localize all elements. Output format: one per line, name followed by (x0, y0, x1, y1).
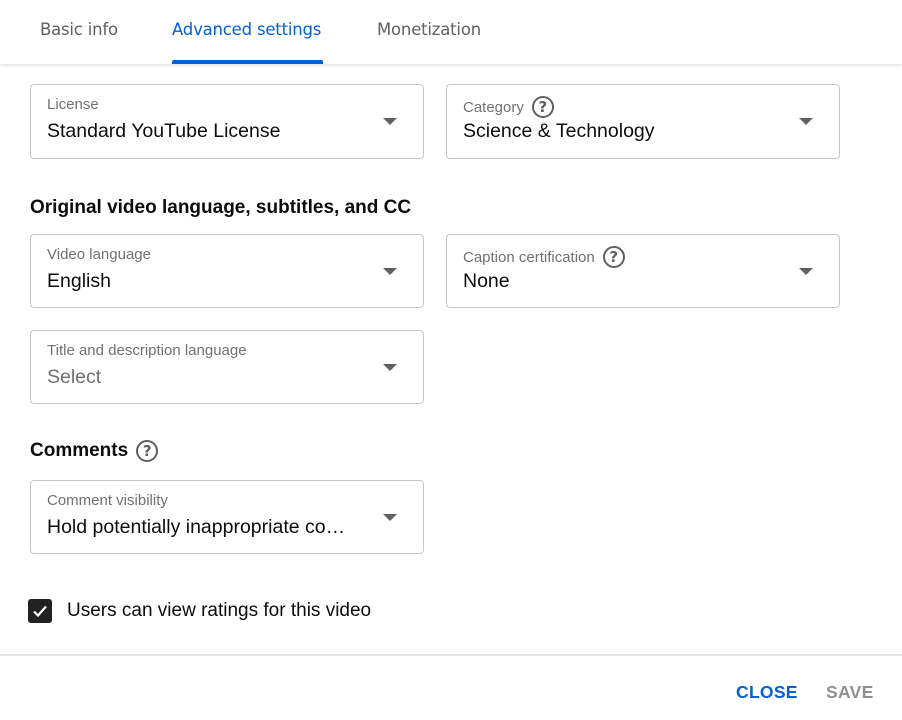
ratings-checkbox-row[interactable]: Users can view ratings for this video (28, 599, 371, 623)
tab-label: Basic info (40, 20, 118, 39)
video-language-value: English (47, 270, 111, 292)
comment-visibility-dropdown[interactable]: Comment visibility Hold potentially inap… (30, 480, 424, 554)
caption-certification-dropdown[interactable]: Caption certification ? None (446, 234, 840, 308)
footer-divider (0, 654, 902, 656)
language-section-title-text: Original video language, subtitles, and … (30, 197, 412, 218)
category-label: Category ? (463, 96, 554, 118)
chevron-down-icon (383, 364, 397, 371)
ratings-checkbox-label: Users can view ratings for this video (67, 600, 372, 621)
chevron-down-icon (383, 118, 397, 125)
comment-visibility-value: Hold potentially inappropriate comments … (47, 516, 351, 538)
title-description-language-label-text: Title and description language (47, 342, 247, 359)
category-dropdown[interactable]: Category ? Science & Technology (446, 84, 840, 159)
category-value: Science & Technology (463, 120, 655, 142)
video-language-label: Video language (47, 246, 151, 263)
tab-label: Advanced settings (172, 20, 322, 39)
language-section-title: Original video language, subtitles, and … (30, 197, 411, 219)
caption-certification-label: Caption certification ? (463, 246, 625, 268)
video-language-label-text: Video language (47, 246, 151, 263)
chevron-down-icon (799, 118, 813, 125)
caption-certification-value: None (463, 270, 510, 292)
tab-basic-info[interactable]: Basic info (40, 20, 118, 64)
license-label-text: License (47, 96, 99, 113)
tab-bar: Basic info Advanced settings Monetizatio… (0, 0, 902, 64)
comments-section-title-text: Comments (30, 440, 129, 461)
license-label: License (47, 96, 99, 113)
tab-monetization[interactable]: Monetization (377, 20, 481, 64)
tab-label: Monetization (377, 20, 481, 39)
checkmark-icon (33, 605, 47, 618)
license-value: Standard YouTube License (47, 120, 281, 142)
close-button[interactable]: CLOSE (736, 682, 798, 703)
title-description-language-placeholder: Select (47, 366, 102, 388)
video-language-dropdown[interactable]: Video language English (30, 234, 424, 308)
title-description-language-dropdown[interactable]: Title and description language Select (30, 330, 424, 404)
license-dropdown[interactable]: License Standard YouTube License (30, 84, 424, 159)
title-description-language-label: Title and description language (47, 342, 247, 359)
help-circle-icon[interactable]: ? (602, 246, 625, 268)
comments-section-title: Comments ? (30, 440, 159, 462)
category-label-text: Category (463, 98, 524, 116)
save-button[interactable]: SAVE (826, 682, 874, 703)
chevron-down-icon (383, 514, 397, 521)
ratings-checkbox[interactable] (28, 599, 52, 623)
caption-certification-label-text: Caption certification (463, 248, 595, 266)
tab-advanced-settings[interactable]: Advanced settings (172, 20, 323, 64)
help-circle-icon[interactable]: ? (531, 96, 554, 118)
chevron-down-icon (383, 268, 397, 275)
active-tab-indicator (172, 60, 323, 64)
comment-visibility-label-text: Comment visibility (47, 492, 168, 509)
help-circle-icon[interactable]: ? (136, 440, 159, 462)
chevron-down-icon (799, 268, 813, 275)
comment-visibility-label: Comment visibility (47, 492, 168, 509)
